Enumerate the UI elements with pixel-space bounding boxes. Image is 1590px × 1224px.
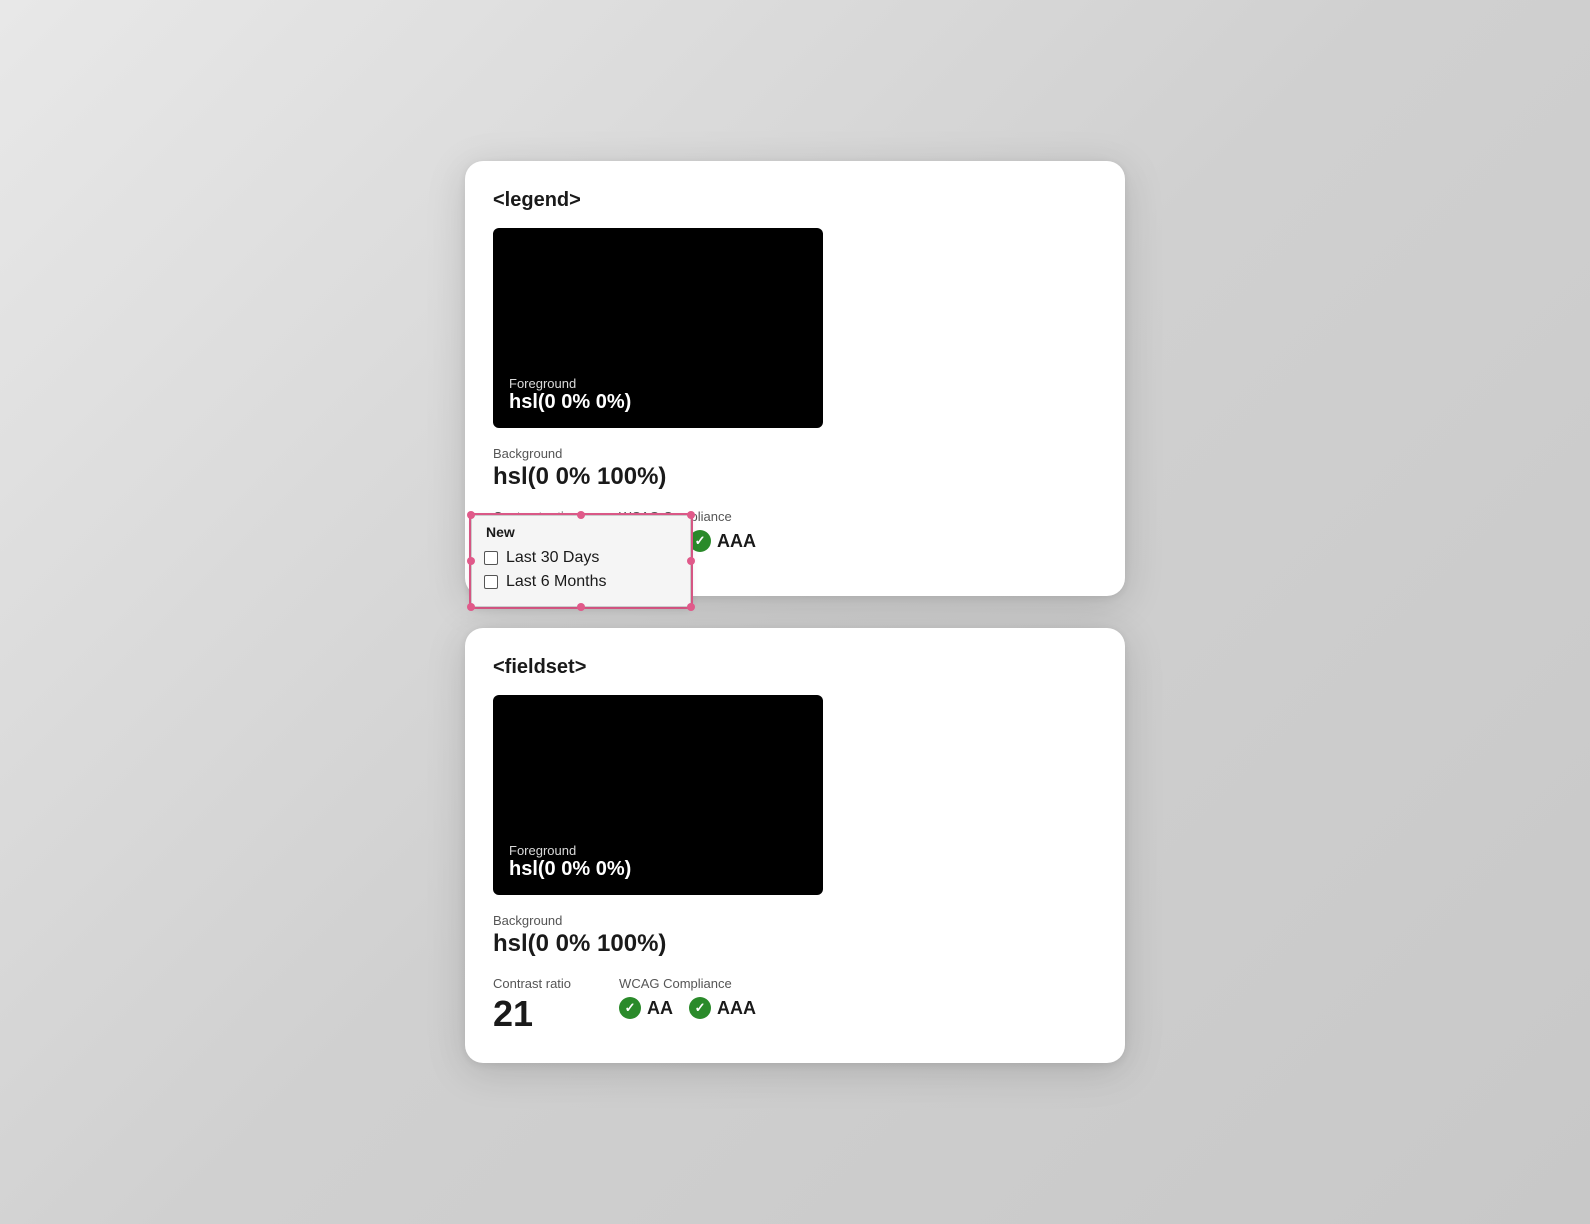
dropdown-option-label-0: Last 30 Days [506, 549, 599, 567]
fieldset-wcag-label: WCAG Compliance [619, 976, 756, 991]
dropdown-checkbox-1[interactable] [484, 575, 498, 589]
fieldset-fg-label: Foreground [509, 843, 807, 858]
fieldset-aa-badge: ✓ AA [619, 997, 673, 1019]
handle-middle-right [687, 557, 695, 565]
fieldset-wcag-badges: ✓ AA ✓ AAA [619, 997, 756, 1019]
fieldset-contrast-label: Contrast ratio [493, 976, 571, 991]
legend-fg-label: Foreground [509, 376, 807, 391]
handle-bottom-middle [577, 603, 585, 611]
fieldset-aaa-label: AAA [717, 998, 756, 1019]
handle-bottom-left [467, 603, 475, 611]
fieldset-aaa-badge: ✓ AAA [689, 997, 756, 1019]
handle-top-middle [577, 511, 585, 519]
legend-bg-label: Background [493, 446, 666, 461]
fieldset-fg-value: hsl(0 0% 0%) [509, 858, 807, 881]
fieldset-bg-value: hsl(0 0% 100%) [493, 930, 666, 958]
dropdown-option-label-1: Last 6 Months [506, 573, 607, 591]
handle-middle-left [467, 557, 475, 565]
fieldset-color-info-row: Background hsl(0 0% 100%) [493, 913, 1097, 958]
fieldset-card: <fieldset> Foreground hsl(0 0% 0%) Backg… [465, 628, 1125, 1063]
fieldset-bg-label: Background [493, 913, 666, 928]
legend-color-preview: Foreground hsl(0 0% 0%) [493, 228, 823, 428]
legend-color-info-row: Background hsl(0 0% 100%) [493, 446, 1097, 491]
floating-dropdown-overlay: New Last 30 Days Last 6 Months [469, 513, 693, 609]
dropdown-option-0[interactable]: Last 30 Days [484, 546, 678, 570]
fieldset-aaa-check-icon: ✓ [689, 997, 711, 1019]
selection-box: New Last 30 Days Last 6 Months [469, 513, 693, 609]
cards-container: <legend> Foreground hsl(0 0% 0%) Backgro… [465, 161, 1125, 1063]
dropdown-popup: New Last 30 Days Last 6 Months [471, 515, 691, 607]
fieldset-aa-label: AA [647, 998, 673, 1019]
fieldset-card-title: <fieldset> [493, 656, 1097, 679]
legend-aaa-label: AAA [717, 531, 756, 552]
dropdown-checkbox-0[interactable] [484, 551, 498, 565]
dropdown-option-1[interactable]: Last 6 Months [484, 570, 678, 594]
legend-bg-block: Background hsl(0 0% 100%) [493, 446, 666, 491]
legend-aaa-badge: ✓ AAA [689, 530, 756, 552]
fieldset-aa-check-icon: ✓ [619, 997, 641, 1019]
fieldset-stats-row: Contrast ratio 21 WCAG Compliance ✓ AA ✓… [493, 976, 1097, 1035]
legend-fg-value: hsl(0 0% 0%) [509, 391, 807, 414]
fieldset-contrast-block: Contrast ratio 21 [493, 976, 571, 1035]
legend-bg-value: hsl(0 0% 100%) [493, 463, 666, 491]
fieldset-bg-block: Background hsl(0 0% 100%) [493, 913, 666, 958]
fieldset-color-preview: Foreground hsl(0 0% 0%) [493, 695, 823, 895]
fieldset-contrast-value: 21 [493, 993, 571, 1035]
legend-card-title: <legend> [493, 189, 1097, 212]
fieldset-wcag-block: WCAG Compliance ✓ AA ✓ AAA [619, 976, 756, 1019]
dropdown-title: New [484, 524, 678, 540]
handle-bottom-right [687, 603, 695, 611]
